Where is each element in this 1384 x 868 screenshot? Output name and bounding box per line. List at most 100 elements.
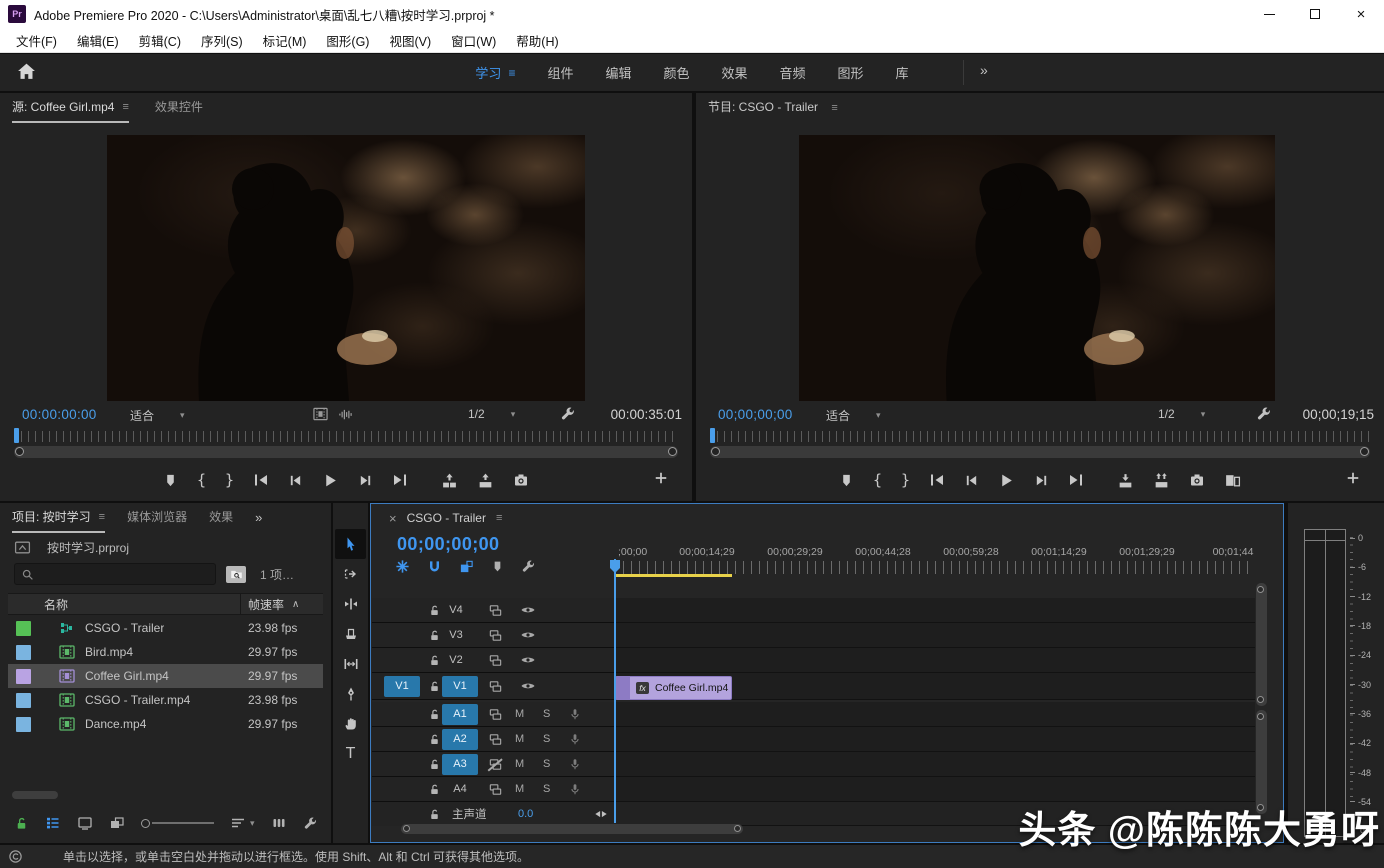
workspace-tab-effects[interactable]: 效果 (722, 63, 748, 82)
scroll-handle[interactable] (1257, 586, 1264, 593)
creative-cloud-icon[interactable] (8, 849, 23, 864)
label-swatch[interactable] (16, 621, 31, 636)
step-back-button[interactable] (288, 473, 303, 488)
zoom-slider[interactable] (141, 819, 214, 828)
lift-button[interactable] (1117, 472, 1134, 489)
menu-window[interactable]: 窗口(W) (441, 31, 506, 50)
project-breadcrumb[interactable]: 按时学习.prproj (14, 539, 129, 556)
extract-button[interactable] (1153, 472, 1170, 489)
step-forward-button[interactable] (358, 473, 373, 488)
menu-help[interactable]: 帮助(H) (506, 31, 568, 50)
program-resolution-select[interactable]: 1/2 ▾ (1158, 407, 1205, 421)
drag-video-icon[interactable] (313, 407, 328, 421)
workspace-tab-assembly[interactable]: 组件 (547, 63, 573, 82)
panel-menu-icon[interactable]: ≡ (496, 512, 502, 524)
source-zoom-bar[interactable] (14, 446, 678, 458)
voiceover-mic-icon[interactable] (568, 757, 582, 771)
add-marker-button[interactable] (839, 473, 854, 488)
track-lane-a3[interactable] (615, 752, 1255, 777)
track-header-v4[interactable]: V4 (372, 598, 615, 623)
timeline-timecode[interactable]: 00;00;00;00 (397, 534, 499, 555)
comparison-view-button[interactable] (1224, 472, 1241, 489)
source-video-frame[interactable] (107, 135, 585, 401)
menu-markers[interactable]: 标记(M) (253, 31, 317, 50)
sync-lock-icon[interactable] (488, 679, 503, 694)
column-name[interactable]: 名称 (8, 596, 68, 613)
goto-out-button[interactable] (1068, 472, 1084, 488)
project-row-csgo-trailer[interactable]: CSGO - Trailer 23.98 fps (8, 616, 323, 640)
workspace-overflow-icon[interactable]: » (980, 62, 988, 78)
zoom-handle-right[interactable] (668, 447, 677, 456)
nest-as-sequence-icon[interactable] (395, 559, 410, 574)
tool-track-select-forward[interactable] (333, 559, 368, 589)
mute-button[interactable]: M (515, 783, 524, 795)
workspace-menu-icon[interactable]: ≡ (508, 66, 515, 80)
freeform-view-icon[interactable] (109, 815, 125, 831)
goto-in-button[interactable] (253, 472, 269, 488)
track-header-a3[interactable]: A3 M S (372, 752, 615, 777)
menu-file[interactable]: 文件(F) (6, 31, 67, 50)
add-marker-icon[interactable] (491, 560, 504, 573)
zoom-handle-left[interactable] (15, 447, 24, 456)
column-divider[interactable] (240, 594, 241, 614)
project-horizontal-scrollbar[interactable] (12, 791, 58, 799)
mark-in-button[interactable]: { (197, 471, 206, 489)
lock-icon[interactable] (428, 758, 441, 771)
export-frame-button[interactable] (1189, 472, 1205, 488)
workspace-tab-editing[interactable]: 编辑 (605, 63, 631, 82)
panel-menu-icon[interactable]: ≡ (831, 102, 837, 114)
snap-magnet-icon[interactable] (427, 559, 442, 574)
track-label[interactable]: V2 (438, 650, 474, 671)
solo-button[interactable]: S (543, 733, 550, 745)
track-lane-v3[interactable] (615, 623, 1255, 648)
timeline-clip-coffee-girl[interactable]: fx Coffee Girl.mp4 (615, 676, 732, 700)
linked-selection-icon[interactable] (459, 559, 474, 574)
mute-button[interactable]: M (515, 708, 524, 720)
source-settings-wrench-icon[interactable] (560, 406, 576, 422)
step-forward-button[interactable] (1034, 473, 1049, 488)
source-current-timecode[interactable]: 00:00:00:00 (22, 407, 97, 422)
track-lane-a2[interactable] (615, 727, 1255, 752)
voiceover-mic-icon[interactable] (568, 732, 582, 746)
search-bin-icon[interactable] (226, 566, 246, 583)
label-swatch[interactable] (16, 717, 31, 732)
tab-media-browser[interactable]: 媒体浏览器 (127, 508, 187, 533)
search-field[interactable] (40, 567, 200, 581)
play-button[interactable] (322, 472, 339, 489)
menu-graphics[interactable]: 图形(G) (316, 31, 379, 50)
lock-icon[interactable] (428, 783, 441, 796)
tool-selection[interactable] (335, 529, 366, 559)
program-zoom-select[interactable]: 适合 ▾ (826, 407, 881, 424)
source-resolution-select[interactable]: 1/2 ▾ (468, 407, 515, 421)
mute-button[interactable]: M (515, 758, 524, 770)
icon-view-icon[interactable] (77, 815, 93, 831)
menu-view[interactable]: 视图(V) (379, 31, 441, 50)
zoom-knob[interactable] (141, 819, 150, 828)
program-scrubber[interactable] (710, 431, 1370, 457)
tool-ripple-edit[interactable] (333, 589, 368, 619)
project-row-coffee-girl[interactable]: Coffee Girl.mp4 29.97 fps (8, 664, 323, 688)
mark-out-button[interactable]: } (225, 471, 234, 489)
workspace-tab-audio[interactable]: 音频 (780, 63, 806, 82)
mark-out-button[interactable]: } (901, 471, 910, 489)
project-row-dance[interactable]: Dance.mp4 29.97 fps (8, 712, 323, 736)
timeline-playhead-line[interactable] (614, 559, 616, 823)
zoom-track[interactable] (152, 822, 214, 824)
lock-icon[interactable] (428, 708, 441, 721)
track-lane-v4[interactable] (615, 598, 1255, 623)
column-framerate[interactable]: 帧速率 ∧ (248, 596, 299, 613)
label-swatch[interactable] (16, 693, 31, 708)
toggle-track-output-eye-icon[interactable] (520, 678, 536, 694)
voiceover-mic-icon[interactable] (568, 782, 582, 796)
panel-overflow-icon[interactable]: » (255, 510, 262, 533)
project-writable-lock-icon[interactable] (14, 816, 29, 831)
track-header-a1[interactable]: A1 M S (372, 702, 615, 727)
zoom-handle-right[interactable] (1360, 447, 1369, 456)
workspace-tab-graphics[interactable]: 图形 (838, 63, 864, 82)
video-tracks-scrollbar[interactable] (1256, 583, 1267, 706)
scroll-handle[interactable] (734, 825, 741, 832)
track-target-a2[interactable]: A2 (442, 729, 478, 750)
mark-in-button[interactable]: { (873, 471, 882, 489)
track-header-a4[interactable]: A4 M S (372, 777, 615, 802)
source-zoom-select[interactable]: 适合 ▾ (130, 407, 185, 424)
